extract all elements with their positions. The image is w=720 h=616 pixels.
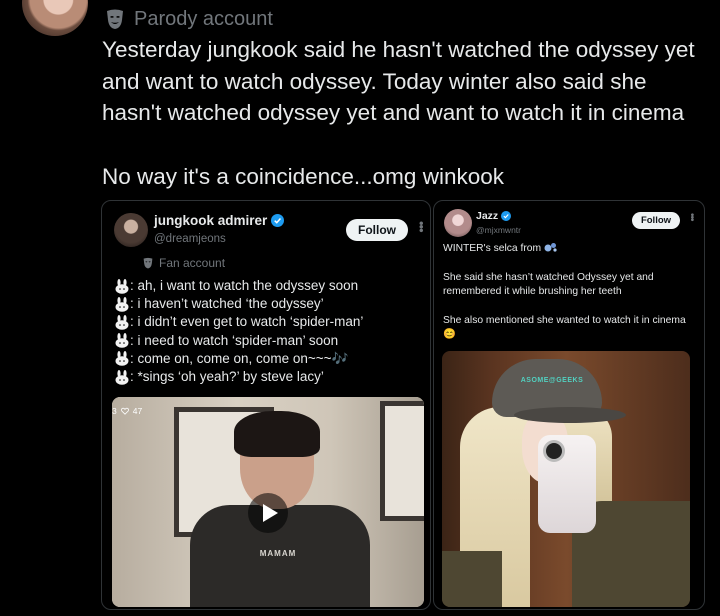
author-avatar[interactable] [22,0,88,36]
sparkle-bubbles-icon [544,243,557,252]
parody-account-label: Parody account [134,7,273,30]
more-options-icon[interactable]: ••• [414,221,429,232]
fan-mask-icon [143,257,153,269]
photo-jacket [442,551,502,607]
play-icon [263,504,278,522]
embedded-author-name: jungkook admirer [154,213,268,228]
verified-badge-icon [501,211,512,221]
embedded-author-name: Jazz [476,210,499,222]
video-stats: 3 47 [112,406,142,416]
bunny-emoji-icon [115,315,129,330]
quote-lines: : ah, i want to watch the odyssey soon :… [114,277,363,386]
tweet-text-paragraph-2: No way it's a coincidence...omg winkook [102,163,504,189]
phone-camera-lens [546,443,562,459]
photo-hat-brim [514,407,626,423]
fan-account-badge: Fan account [142,256,225,270]
hat-logo: ASOME@GEEKS [520,377,584,384]
video-like-count: 47 [132,406,143,416]
heart-icon [120,407,129,415]
embedded-post-left[interactable]: jungkook admirer @dreamjeons Follow ••• … [101,200,431,610]
tweet-header: Parody account [104,6,273,32]
verified-badge-icon [271,214,285,227]
quote-line: : i need to watch ‘spider-man’ soon [114,332,363,350]
parody-mask-icon [107,9,123,29]
bunny-emoji-icon [115,278,129,294]
more-options-icon[interactable]: ••• [686,213,697,221]
quote-line: : i didn’t even get to watch ‘spider-man… [114,313,363,331]
tweet-body: Yesterday jungkook said he hasn't watche… [102,34,708,192]
bunny-emoji-icon [115,333,129,349]
quote-line: : come on, come on, come on~~~🎶 [114,350,363,368]
embedded-author-right[interactable]: Jazz [476,210,512,222]
fan-account-label: Fan account [159,256,226,270]
quote-line: : i haven’t watched ‘the odyssey’ [114,295,363,313]
quote-line-text: : come on, come on, come on~~~🎶 [130,350,349,366]
video-stat-count: 3 [112,406,117,416]
tweet-text-paragraph-1: Yesterday jungkook said he hasn't watche… [102,37,695,125]
quote-line-text: : i need to watch ‘spider-man’ soon [130,332,339,348]
bunny-emoji-icon [115,296,129,312]
follow-button-right[interactable]: Follow [632,212,680,229]
bunny-emoji-icon [115,369,129,385]
selfie-photo[interactable]: ASOME@GEEKS [442,351,690,607]
quote-line-text: : *sings ‘oh yeah?’ by steve lacy’ [130,369,324,385]
post-text-1: WINTER's selca from [443,243,542,254]
bunny-emoji-icon [115,351,129,367]
quote-line: : *sings ‘oh yeah?’ by steve lacy’ [114,368,363,386]
shirt-print: MAMAM [259,549,297,558]
person-hair [234,411,320,457]
quote-line: : ah, i want to watch the odyssey soon [114,277,363,295]
post-text-3: She also mentioned she wanted to watch i… [443,314,686,341]
video-thumbnail[interactable]: MAMAM 3 47 [112,397,424,607]
embedded-author-left[interactable]: jungkook admirer [154,213,285,228]
embedded-avatar-right[interactable] [444,209,472,237]
embedded-avatar-left[interactable] [114,213,148,247]
quote-line-text: : i didn’t even get to watch ‘spider-man… [130,314,364,330]
play-button[interactable] [248,493,288,533]
embedded-handle-right: @mjxmwntr [476,225,521,235]
embedded-post-right[interactable]: Jazz @mjxmwntr Follow ••• WINTER's selca… [433,200,705,610]
post-text-line: WINTER's selca from [443,241,695,257]
quote-line-text: : ah, i want to watch the odyssey soon [130,278,359,293]
post-text-2: She said she hasn’t watched Odyssey yet … [443,271,654,298]
follow-button-left[interactable]: Follow [346,219,408,241]
embedded-handle-left: @dreamjeons [154,233,226,245]
quote-line-text: : i haven’t watched ‘the odyssey’ [130,296,324,312]
wall-frame [380,401,424,521]
embedded-post-text: WINTER's selca from She said she hasn’t … [443,241,695,343]
